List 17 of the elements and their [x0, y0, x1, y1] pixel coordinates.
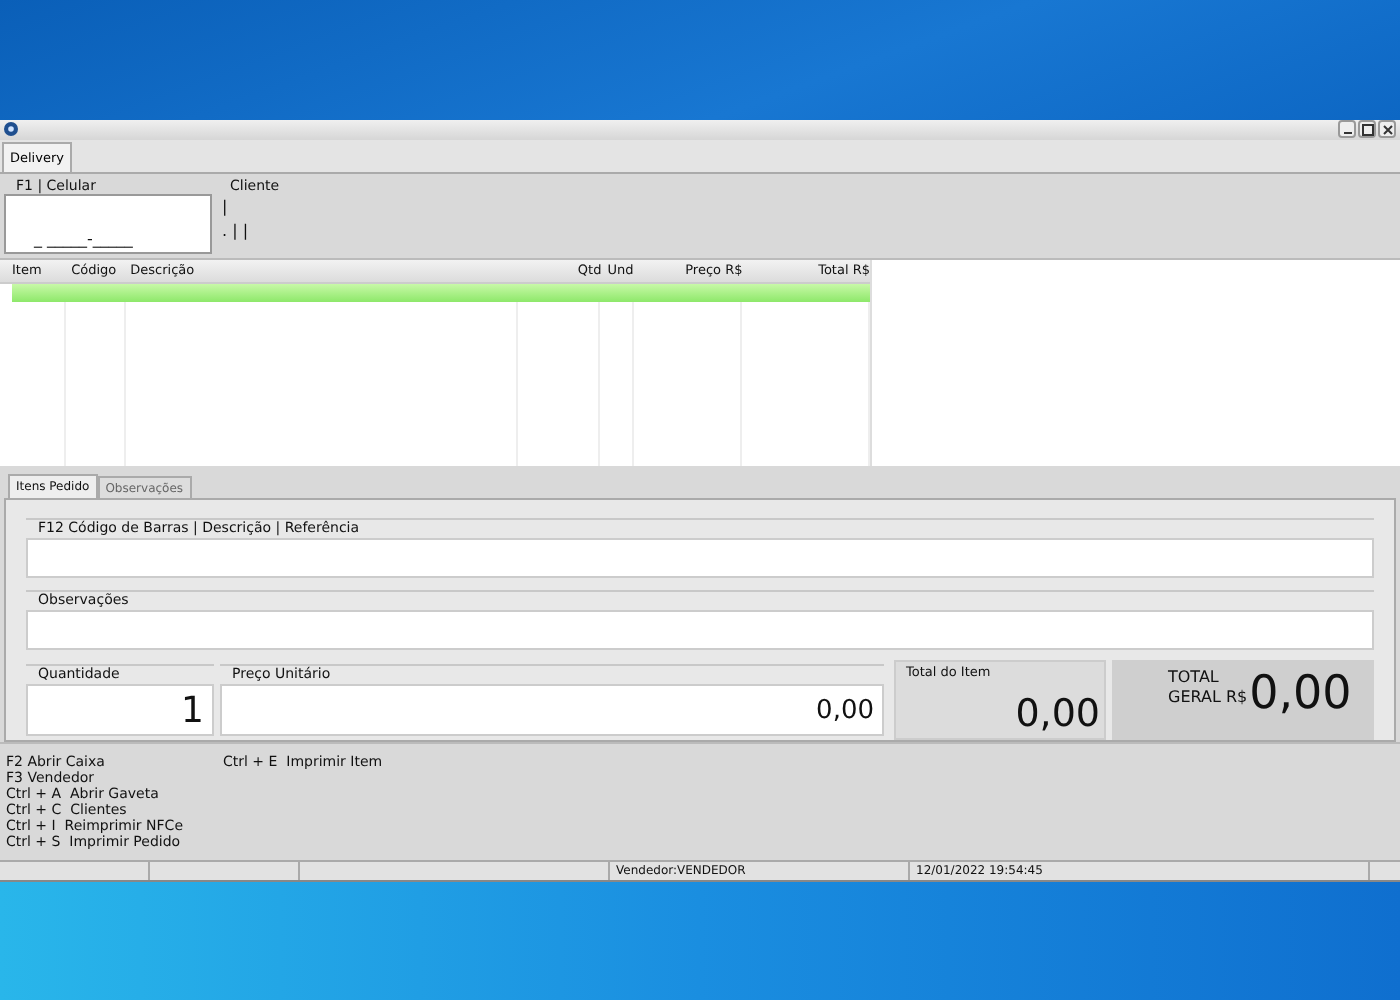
client-text: . | |	[222, 219, 251, 242]
phone-field[interactable]: _ _____-_____	[4, 193, 212, 254]
close-button[interactable]	[1378, 120, 1396, 139]
close-icon	[1381, 123, 1393, 136]
app-icon	[4, 122, 18, 137]
notes-field[interactable]	[26, 610, 1374, 650]
total-label: GERAL R$	[1168, 688, 1248, 708]
client-text: |	[222, 195, 230, 218]
grand-total-value: 0,00	[1249, 668, 1352, 720]
quantity-field[interactable]: 1	[26, 684, 214, 736]
search-field[interactable]	[26, 538, 1374, 578]
maximize-button[interactable]	[1358, 120, 1376, 139]
item-total-value: 0,00	[1015, 692, 1100, 736]
maximize-icon	[1361, 123, 1373, 136]
total-label: TOTAL	[1168, 668, 1221, 688]
minimize-button[interactable]	[1338, 120, 1356, 139]
unit-price-field[interactable]: 0,00	[220, 684, 884, 736]
